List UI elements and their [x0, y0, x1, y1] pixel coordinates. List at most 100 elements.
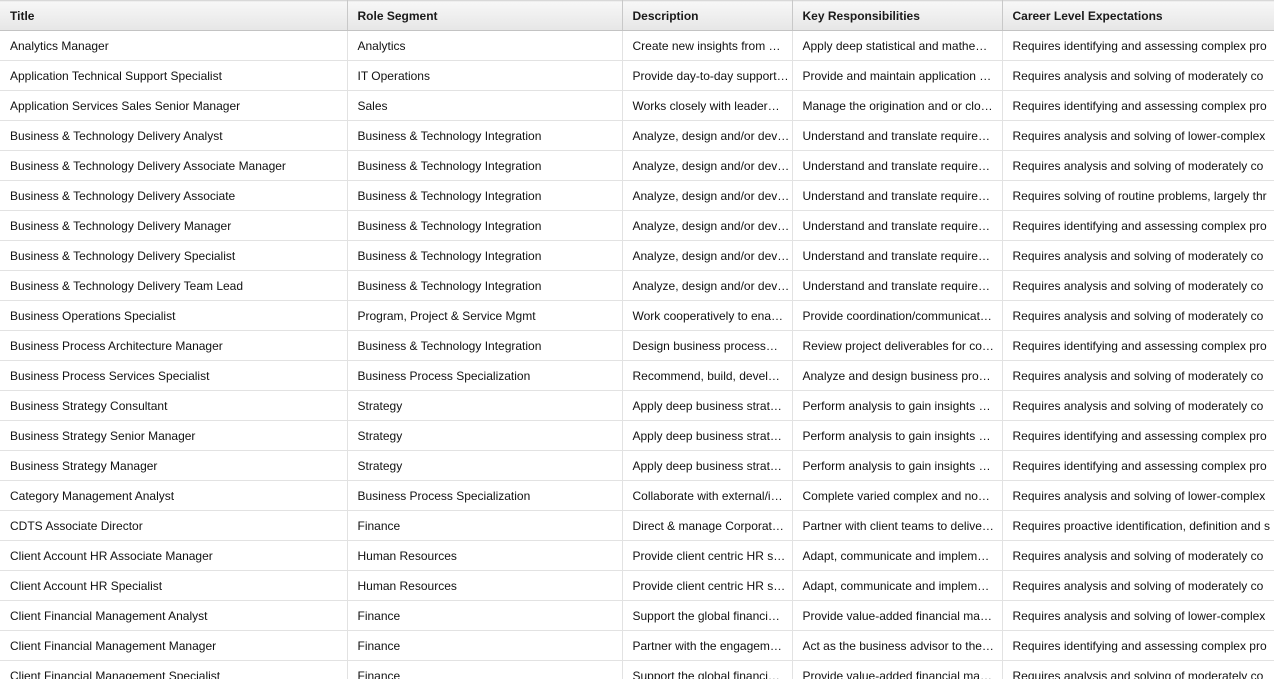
cell-key-responsibilities: Understand and translate require…: [792, 270, 1003, 301]
cell-role-segment: Sales: [347, 90, 623, 121]
cell-key-responsibilities: Analyze and design business pro…: [792, 360, 1003, 391]
cell-title: Application Services Sales Senior Manage…: [0, 90, 348, 121]
table-row[interactable]: Business Strategy Consultant Strategy Appl…: [0, 390, 1274, 421]
column-header-key-responsibilities[interactable]: Key Responsibilities: [792, 0, 1003, 31]
cell-title: CDTS Associate Director: [0, 510, 348, 541]
cell-title: Business Strategy Consultant: [0, 390, 348, 421]
cell-key-responsibilities: Perform analysis to gain insights …: [792, 390, 1003, 421]
cell-role-segment: Strategy: [347, 390, 623, 421]
cell-key-responsibilities: Adapt, communicate and implem…: [792, 540, 1003, 571]
cell-career-level-expectations: Requires analysis and solving of moderat…: [1002, 60, 1274, 91]
cell-description: Works closely with leader…: [622, 90, 793, 121]
cell-role-segment: IT Operations: [347, 60, 623, 91]
table-row[interactable]: CDTS Associate Director Finance Direct & m…: [0, 510, 1274, 541]
cell-description: Work cooperatively to ena…: [622, 300, 793, 331]
cell-description: Apply deep business strat…: [622, 390, 793, 421]
column-header-description[interactable]: Description: [622, 0, 793, 31]
cell-career-level-expectations: Requires identifying and assessing compl…: [1002, 330, 1274, 361]
header-row: Title Role Segment Description Key Respo…: [0, 0, 1274, 31]
cell-description: Analyze, design and/or dev…: [622, 150, 793, 181]
cell-description: Support the global financi…: [622, 660, 793, 679]
job-roles-grid: Title Role Segment Description Key Respo…: [0, 0, 1274, 679]
cell-description: Analyze, design and/or dev…: [622, 240, 793, 271]
table-row[interactable]: Business & Technology Delivery Specialis…: [0, 240, 1274, 271]
cell-career-level-expectations: Requires analysis and solving of moderat…: [1002, 270, 1274, 301]
cell-description: Support the global financi…: [622, 600, 793, 631]
table-row[interactable]: Business & Technology Delivery Manager Bu…: [0, 210, 1274, 241]
cell-role-segment: Human Resources: [347, 570, 623, 601]
cell-title: Business & Technology Delivery Specialis…: [0, 240, 348, 271]
cell-key-responsibilities: Manage the origination and or clo…: [792, 90, 1003, 121]
cell-description: Recommend, build, devel…: [622, 360, 793, 391]
cell-career-level-expectations: Requires identifying and assessing compl…: [1002, 420, 1274, 451]
cell-career-level-expectations: Requires solving of routine problems, la…: [1002, 180, 1274, 211]
table-header: Title Role Segment Description Key Respo…: [0, 0, 1274, 31]
cell-role-segment: Business Process Specialization: [347, 480, 623, 511]
cell-description: Apply deep business strat…: [622, 450, 793, 481]
cell-title: Client Financial Management Analyst: [0, 600, 348, 631]
table-row[interactable]: Client Financial Management Specialist Fi…: [0, 660, 1274, 679]
table-row[interactable]: Business Process Architecture Manager Bus…: [0, 330, 1274, 361]
table-row[interactable]: Application Services Sales Senior Manage…: [0, 90, 1274, 121]
cell-role-segment: Business & Technology Integration: [347, 150, 623, 181]
cell-role-segment: Business Process Specialization: [347, 360, 623, 391]
table-row[interactable]: Client Account HR Associate Manager Human…: [0, 540, 1274, 571]
cell-career-level-expectations: Requires analysis and solving of lower-c…: [1002, 480, 1274, 511]
cell-title: Business Process Services Specialist: [0, 360, 348, 391]
cell-description: Create new insights from …: [622, 30, 793, 61]
table-row[interactable]: Client Financial Management Analyst Finan…: [0, 600, 1274, 631]
cell-career-level-expectations: Requires identifying and assessing compl…: [1002, 450, 1274, 481]
cell-role-segment: Finance: [347, 600, 623, 631]
table-row[interactable]: Business & Technology Delivery Team Lead…: [0, 270, 1274, 301]
column-header-role-segment[interactable]: Role Segment: [347, 0, 623, 31]
cell-career-level-expectations: Requires identifying and assessing compl…: [1002, 30, 1274, 61]
cell-title: Business Strategy Manager: [0, 450, 348, 481]
table-row[interactable]: Category Management Analyst Business Proc…: [0, 480, 1274, 511]
cell-role-segment: Finance: [347, 660, 623, 679]
cell-title: Business & Technology Delivery Analyst: [0, 120, 348, 151]
cell-role-segment: Program, Project & Service Mgmt: [347, 300, 623, 331]
cell-description: Provide client centric HR s…: [622, 540, 793, 571]
cell-key-responsibilities: Apply deep statistical and mathe…: [792, 30, 1003, 61]
cell-role-segment: Finance: [347, 630, 623, 661]
cell-key-responsibilities: Provide coordination/communicat…: [792, 300, 1003, 331]
cell-description: Provide day-to-day support…: [622, 60, 793, 91]
table-row[interactable]: Analytics Manager Analytics Create new ins…: [0, 30, 1274, 61]
table-row[interactable]: Business & Technology Delivery Analyst Bu…: [0, 120, 1274, 151]
cell-role-segment: Business & Technology Integration: [347, 240, 623, 271]
table-body: Analytics Manager Analytics Create new ins…: [0, 30, 1274, 679]
cell-career-level-expectations: Requires proactive identification, defin…: [1002, 510, 1274, 541]
table-row[interactable]: Client Financial Management Manager Finan…: [0, 630, 1274, 661]
cell-role-segment: Business & Technology Integration: [347, 330, 623, 361]
cell-career-level-expectations: Requires analysis and solving of moderat…: [1002, 390, 1274, 421]
cell-role-segment: Business & Technology Integration: [347, 270, 623, 301]
table-row[interactable]: Business Operations Specialist Program, P…: [0, 300, 1274, 331]
cell-title: Business Operations Specialist: [0, 300, 348, 331]
cell-career-level-expectations: Requires analysis and solving of lower-c…: [1002, 120, 1274, 151]
table-row[interactable]: Business Strategy Manager Strategy Apply d…: [0, 450, 1274, 481]
cell-key-responsibilities: Understand and translate require…: [792, 180, 1003, 211]
cell-description: Design business process…: [622, 330, 793, 361]
table-row[interactable]: Client Account HR Specialist Human Resour…: [0, 570, 1274, 601]
cell-career-level-expectations: Requires analysis and solving of moderat…: [1002, 660, 1274, 679]
cell-title: Application Technical Support Specialist: [0, 60, 348, 91]
cell-career-level-expectations: Requires identifying and assessing compl…: [1002, 90, 1274, 121]
cell-role-segment: Business & Technology Integration: [347, 120, 623, 151]
column-header-title[interactable]: Title: [0, 0, 348, 31]
cell-key-responsibilities: Provide and maintain application …: [792, 60, 1003, 91]
cell-key-responsibilities: Provide value-added financial ma…: [792, 660, 1003, 679]
table-row[interactable]: Business Strategy Senior Manager Strategy…: [0, 420, 1274, 451]
table-row[interactable]: Business & Technology Delivery Associate…: [0, 150, 1274, 181]
cell-title: Client Account HR Associate Manager: [0, 540, 348, 571]
cell-title: Business & Technology Delivery Associate: [0, 180, 348, 211]
table-row[interactable]: Application Technical Support Specialist…: [0, 60, 1274, 91]
cell-key-responsibilities: Understand and translate require…: [792, 210, 1003, 241]
cell-key-responsibilities: Act as the business advisor to the…: [792, 630, 1003, 661]
cell-title: Business Process Architecture Manager: [0, 330, 348, 361]
column-header-career-level-expectations[interactable]: Career Level Expectations: [1002, 0, 1274, 31]
table-row[interactable]: Business Process Services Specialist Busi…: [0, 360, 1274, 391]
table-row[interactable]: Business & Technology Delivery Associate…: [0, 180, 1274, 211]
cell-career-level-expectations: Requires identifying and assessing compl…: [1002, 210, 1274, 241]
cell-career-level-expectations: Requires analysis and solving of moderat…: [1002, 360, 1274, 391]
cell-key-responsibilities: Provide value-added financial ma…: [792, 600, 1003, 631]
